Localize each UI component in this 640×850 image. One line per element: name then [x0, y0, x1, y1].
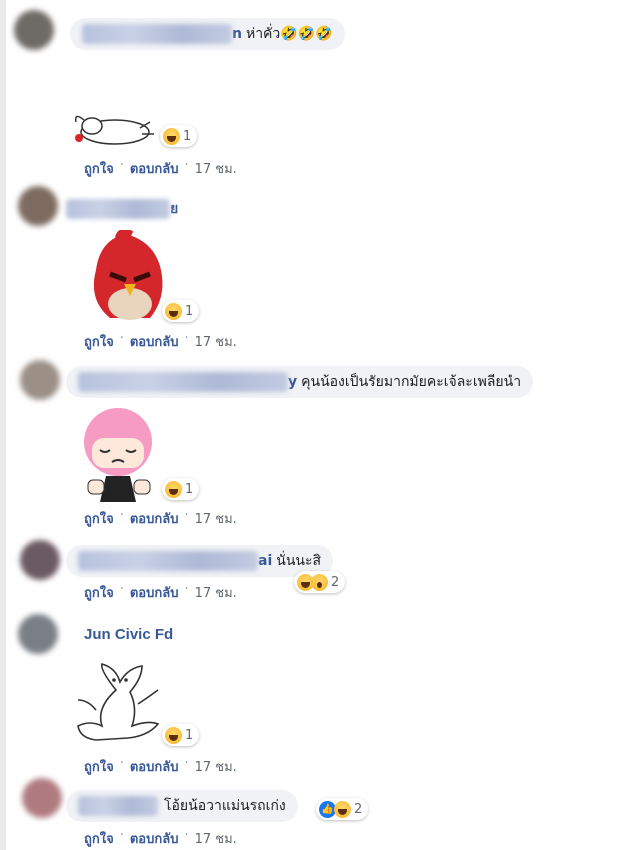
avatar[interactable] [20, 540, 60, 580]
reaction-count: 1 [185, 481, 194, 497]
separator: · [184, 158, 189, 173]
separator: · [184, 828, 189, 843]
timestamp[interactable]: 17 ชม. [195, 756, 237, 777]
reply-link[interactable]: ตอบกลับ [130, 828, 179, 849]
separator: · [119, 508, 124, 523]
blurred-author-name[interactable] [82, 24, 232, 44]
reaction-count: 1 [183, 128, 192, 144]
red-bird-sticker-icon [93, 230, 163, 320]
haha-reaction-icon [165, 726, 182, 744]
comment-bubble: โอ้ยน้อวาแม่นรถเก่ง [66, 790, 298, 822]
avatar[interactable] [22, 778, 62, 818]
rabbit-sticker-icon [74, 115, 154, 145]
avatar[interactable] [20, 360, 60, 400]
separator: · [119, 158, 124, 173]
reaction-summary[interactable]: 1 [160, 125, 198, 147]
like-link[interactable]: ถูกใจ [84, 756, 114, 777]
blurred-author-name[interactable] [78, 551, 258, 571]
separator: · [184, 508, 189, 523]
comment-actions: ถูกใจ · ตอบกลับ · 17 ชม. [84, 756, 237, 777]
separator: · [184, 582, 189, 597]
author-name-suffix[interactable]: ย [170, 198, 178, 220]
avatar[interactable] [14, 10, 54, 50]
timestamp[interactable]: 17 ชม. [195, 158, 237, 179]
comment-actions: ถูกใจ · ตอบกลับ · 17 ชม. [84, 828, 237, 849]
white-cat-sticker-icon [77, 663, 160, 741]
author-name-suffix[interactable]: n [232, 26, 242, 42]
timestamp[interactable]: 17 ชม. [195, 582, 237, 603]
reaction-summary[interactable]: 1 [162, 724, 200, 746]
comment-text: คุนน้องเป็นรัยมากมัยคะเจ้ละเพลียนำ [301, 374, 522, 390]
comment-bubble: n ห่าคั่ว🤣🤣🤣 [70, 18, 345, 50]
comment-actions: ถูกใจ · ตอบกลับ · 17 ชม. [84, 508, 237, 529]
separator: · [119, 828, 124, 843]
timestamp[interactable]: 17 ชม. [195, 508, 237, 529]
reply-link[interactable]: ตอบกลับ [130, 158, 179, 179]
blurred-author-name[interactable] [66, 199, 170, 219]
reply-link[interactable]: ตอบกลับ [130, 582, 179, 603]
separator: · [119, 582, 124, 597]
timestamp[interactable]: 17 ชม. [195, 331, 237, 352]
separator: · [119, 756, 124, 771]
timestamp[interactable]: 17 ชม. [195, 828, 237, 849]
avatar[interactable] [18, 186, 58, 226]
comment-actions: ถูกใจ · ตอบกลับ · 17 ชม. [84, 582, 237, 603]
wow-reaction-icon [311, 573, 328, 591]
blurred-author-name[interactable] [78, 372, 288, 392]
pink-hair-girl-sticker-icon [84, 408, 152, 502]
reaction-summary[interactable]: 👍 2 [316, 798, 369, 820]
blurred-author-name[interactable] [78, 796, 158, 816]
comment-text: นั่นนะสิ [276, 553, 322, 569]
reaction-count: 2 [331, 574, 340, 590]
reaction-count: 1 [185, 303, 194, 319]
reply-link[interactable]: ตอบกลับ [130, 331, 179, 352]
separator: · [184, 331, 189, 346]
like-link[interactable]: ถูกใจ [84, 331, 114, 352]
haha-reaction-icon [165, 480, 182, 498]
comment-header: ย [66, 198, 182, 220]
haha-reaction-icon [163, 127, 180, 145]
reaction-count: 1 [185, 727, 194, 743]
avatar[interactable] [18, 614, 58, 654]
reaction-summary[interactable]: 1 [162, 478, 200, 500]
like-link[interactable]: ถูกใจ [84, 828, 114, 849]
haha-reaction-icon [165, 302, 182, 320]
reply-link[interactable]: ตอบกลับ [130, 508, 179, 529]
like-link[interactable]: ถูกใจ [84, 158, 114, 179]
like-link[interactable]: ถูกใจ [84, 508, 114, 529]
comment-bubble: ai นั่นนะสิ [66, 545, 334, 577]
reaction-summary[interactable]: 2 [294, 571, 346, 593]
like-link[interactable]: ถูกใจ [84, 582, 114, 603]
author-name-suffix[interactable]: y [288, 374, 297, 390]
separator: · [119, 331, 124, 346]
reaction-count: 2 [354, 801, 363, 817]
reaction-summary[interactable]: 1 [162, 300, 200, 322]
comment-text: โอ้ยน้อวาแม่นรถเก่ง [164, 798, 286, 814]
author-name[interactable]: Jun Civic Fd [84, 626, 173, 643]
comment-actions: ถูกใจ · ตอบกลับ · 17 ชม. [84, 158, 237, 179]
left-edge [0, 0, 6, 850]
reply-link[interactable]: ตอบกลับ [130, 756, 179, 777]
comment-text: ห่าคั่ว🤣🤣🤣 [245, 26, 333, 42]
comment-bubble: y คุนน้องเป็นรัยมากมัยคะเจ้ละเพลียนำ [66, 366, 534, 398]
comment-actions: ถูกใจ · ตอบกลับ · 17 ชม. [84, 331, 237, 352]
haha-reaction-icon [334, 800, 351, 818]
separator: · [184, 756, 189, 771]
author-name-suffix[interactable]: ai [258, 553, 272, 569]
